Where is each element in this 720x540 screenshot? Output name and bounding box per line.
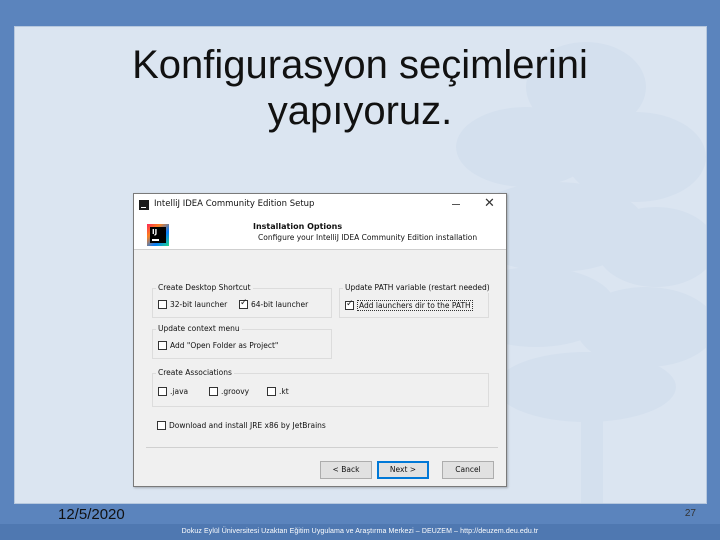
setup-dialog-window: IntelliJ IDEA Community Edition Setup ✕ … <box>133 193 507 487</box>
checkbox-label: 32-bit launcher <box>170 300 228 309</box>
path-variable-group: Update PATH variable (restart needed) Ad… <box>339 283 492 318</box>
intellij-logo-icon: IJ <box>147 224 169 246</box>
intellij-app-icon <box>139 200 149 210</box>
slide-page-number: 27 <box>684 508 696 519</box>
checkbox-box[interactable] <box>267 387 276 396</box>
header-title: Installation Options <box>253 222 343 231</box>
slide-title: Konfigurasyon seçimlerini yapıyoruz. <box>132 43 588 133</box>
dialog-titlebar: IntelliJ IDEA Community Edition Setup ✕ <box>134 194 506 216</box>
checkbox-label: Add "Open Folder as Project" <box>170 341 279 350</box>
installer-header: IJ Installation Options Configure your I… <box>134 216 506 250</box>
checkbox-box[interactable] <box>157 421 166 430</box>
checkbox-assoc-kt[interactable]: .kt <box>267 387 289 396</box>
checkbox-32bit-launcher[interactable]: 32-bit launcher <box>158 300 227 309</box>
window-title: IntelliJ IDEA Community Edition Setup <box>154 199 315 209</box>
back-button[interactable]: < Back <box>320 461 372 479</box>
checkbox-open-folder-as-project[interactable]: Add "Open Folder as Project" <box>158 341 278 350</box>
context-menu-group: Update context menu Add "Open Folder as … <box>152 324 332 359</box>
checkbox-label: Add launchers dir to the PATH <box>357 300 473 311</box>
checkbox-assoc-java[interactable]: .java <box>158 387 188 396</box>
group-label: Create Associations <box>156 368 234 378</box>
checkbox-box[interactable] <box>158 387 167 396</box>
checkbox-assoc-groovy[interactable]: .groovy <box>209 387 249 396</box>
group-label: Update PATH variable (restart needed) <box>343 283 492 293</box>
checkbox-add-launchers-path[interactable]: Add launchers dir to the PATH <box>345 299 473 311</box>
next-button[interactable]: Next > <box>377 461 429 479</box>
footer-divider <box>146 447 498 448</box>
header-subtitle: Configure your IntelliJ IDEA Community E… <box>258 233 478 242</box>
checkbox-box[interactable] <box>158 341 167 350</box>
checkbox-label: .kt <box>279 387 289 396</box>
group-label: Create Desktop Shortcut <box>156 283 253 293</box>
slide-footer: Dokuz Eylül Üniversitesi Uzaktan Eğitim … <box>0 524 720 540</box>
checkbox-box[interactable] <box>158 300 167 309</box>
group-label: Update context menu <box>156 324 242 334</box>
associations-group: Create Associations .java .groovy .kt <box>152 368 489 407</box>
cancel-button[interactable]: Cancel <box>442 461 494 479</box>
checkbox-64bit-launcher[interactable]: 64-bit launcher <box>239 298 309 309</box>
close-button[interactable]: ✕ <box>484 197 495 211</box>
checkbox-box[interactable] <box>209 387 218 396</box>
checkbox-box[interactable] <box>239 298 248 309</box>
minimize-button[interactable] <box>452 204 460 205</box>
checkbox-label: Download and install JRE x86 by JetBrain… <box>169 421 326 430</box>
checkbox-download-jre[interactable]: Download and install JRE x86 by JetBrain… <box>157 421 326 430</box>
desktop-shortcut-group: Create Desktop Shortcut 32-bit launcher … <box>152 283 332 318</box>
slide-date: 12/5/2020 <box>58 506 125 523</box>
slide-top-bar <box>0 0 720 10</box>
checkbox-label: .java <box>170 387 189 396</box>
checkbox-box[interactable] <box>345 299 354 310</box>
checkbox-label: 64-bit launcher <box>251 300 309 309</box>
checkbox-label: .groovy <box>221 387 250 396</box>
